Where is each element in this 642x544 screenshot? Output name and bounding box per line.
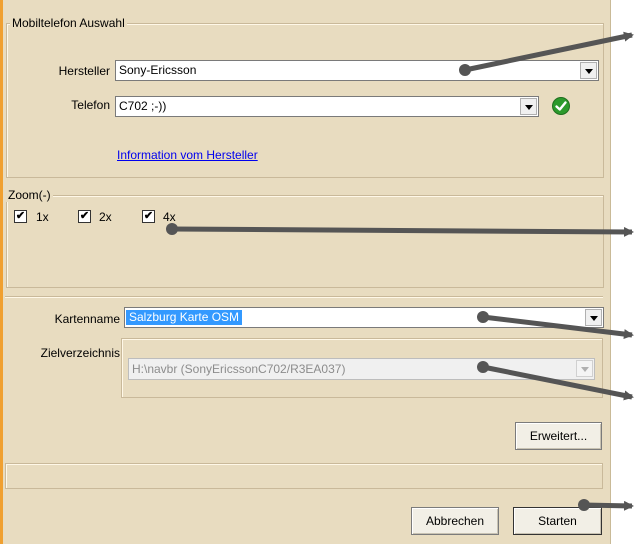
- target-dir-label: Zielverzeichnis: [40, 346, 120, 360]
- manufacturer-label: Hersteller: [58, 64, 110, 78]
- map-name-dropdown-button[interactable]: [585, 309, 602, 326]
- zoom-1x-checkbox[interactable]: ✔: [14, 210, 27, 223]
- phone-value: C702 ;-)): [119, 99, 167, 113]
- status-bar: [5, 463, 603, 489]
- zoom-4x-label: 4x: [163, 210, 176, 224]
- target-dir-dropdown-button: [576, 360, 593, 377]
- map-name-select[interactable]: Salzburg Karte OSM: [124, 307, 604, 328]
- phone-dropdown-button[interactable]: [520, 98, 537, 115]
- checkmark-glyph: [555, 101, 567, 111]
- checkmark-ok-icon: [552, 97, 570, 115]
- zoom-1x-label: 1x: [36, 210, 49, 224]
- chevron-down-icon: [525, 105, 533, 110]
- window-accent-edge: [0, 0, 3, 544]
- map-name-value: Salzburg Karte OSM: [126, 310, 243, 325]
- zoom-group-title: Zoom(-): [6, 188, 53, 202]
- start-button[interactable]: Starten: [513, 507, 602, 535]
- phone-group-title: Mobiltelefon Auswahl: [10, 16, 127, 30]
- advanced-button[interactable]: Erweitert...: [515, 422, 602, 450]
- manufacturer-info-link[interactable]: Information vom Hersteller: [117, 148, 258, 162]
- cancel-button[interactable]: Abbrechen: [411, 507, 499, 535]
- zoom-2x-checkbox[interactable]: ✔: [78, 210, 91, 223]
- manufacturer-select[interactable]: Sony-Ericsson: [115, 60, 599, 81]
- chevron-down-icon: [585, 69, 593, 74]
- phone-select[interactable]: C702 ;-)): [115, 96, 539, 117]
- manufacturer-value: Sony-Ericsson: [119, 63, 197, 77]
- chevron-down-icon: [581, 367, 589, 372]
- chevron-down-icon: [590, 316, 598, 321]
- target-dir-value: H:\navbr (SonyEricssonC702/R3EA037): [132, 362, 346, 376]
- zoom-4x-checkbox[interactable]: ✔: [142, 210, 155, 223]
- zoom-group: Zoom(-): [6, 188, 604, 288]
- zoom-2x-label: 2x: [99, 210, 112, 224]
- manufacturer-dropdown-button[interactable]: [580, 62, 597, 79]
- settings-window: Mobiltelefon Auswahl Hersteller Sony-Eri…: [0, 0, 611, 544]
- target-dir-select: H:\navbr (SonyEricssonC702/R3EA037): [128, 358, 595, 380]
- map-name-label: Kartenname: [54, 312, 120, 326]
- divider: [5, 296, 603, 297]
- phone-label: Telefon: [71, 98, 110, 112]
